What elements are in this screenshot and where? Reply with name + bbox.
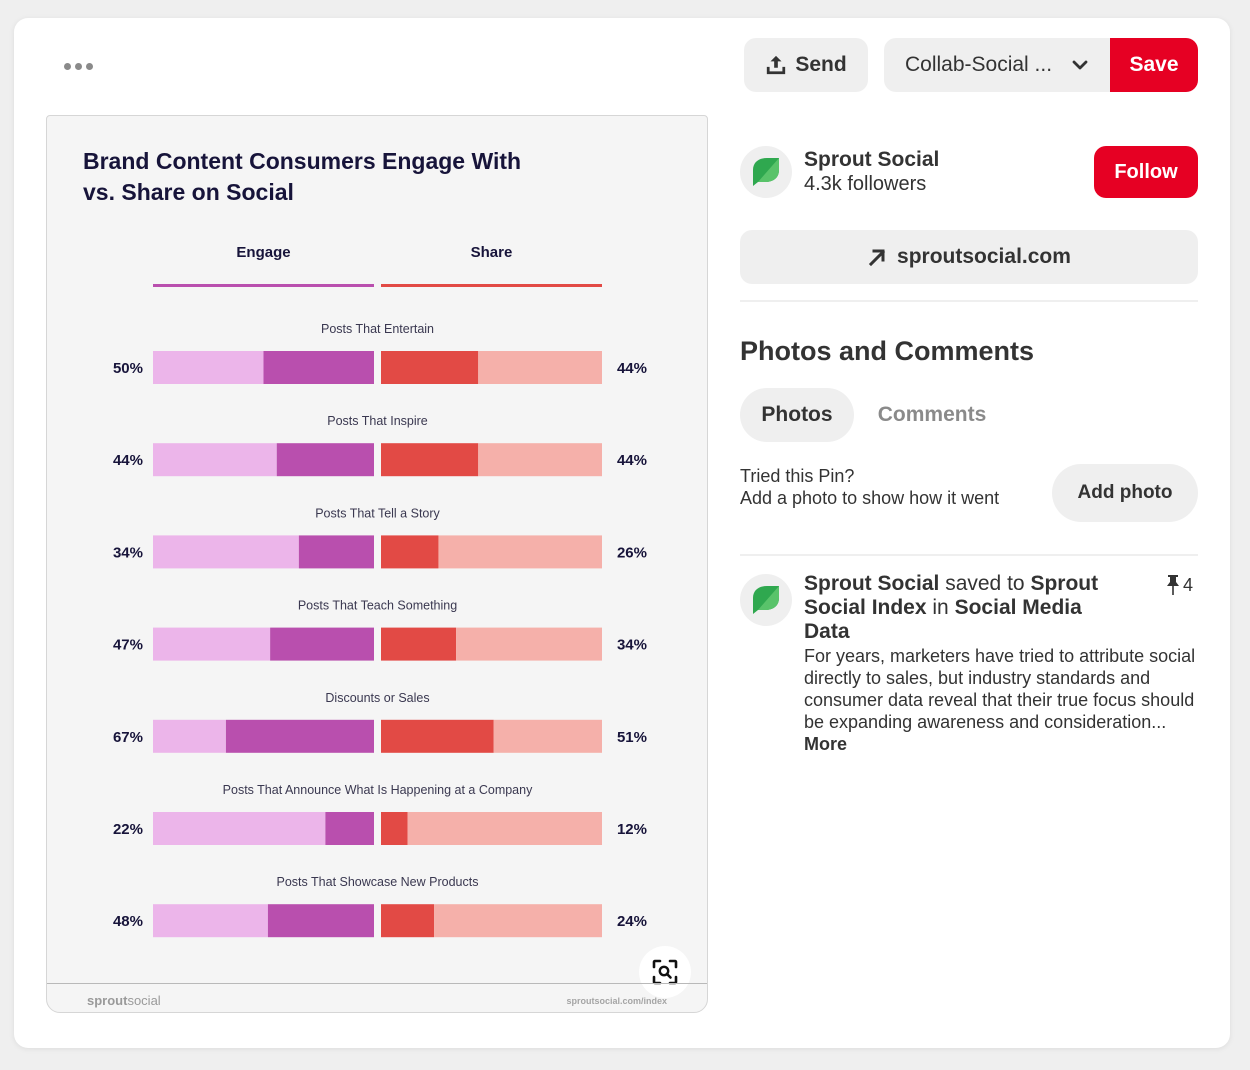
profile-avatar[interactable] (740, 146, 792, 198)
save-button[interactable]: Save (1110, 38, 1198, 92)
share-value-label: 44% (617, 452, 647, 469)
category-label: Posts That Entertain (321, 322, 434, 336)
engage-bar (263, 351, 374, 384)
pin-image[interactable]: Brand Content Consumers Engage With vs. … (46, 115, 708, 1013)
website-link-button[interactable]: sproutsocial.com (740, 230, 1198, 284)
share-bar-remainder (493, 719, 602, 753)
share-bar (381, 443, 479, 477)
engage-bar (225, 719, 374, 753)
activity-divider (740, 554, 1198, 556)
share-bar-remainder (434, 904, 602, 938)
engage-bar (276, 443, 374, 477)
share-upload-icon (767, 55, 786, 75)
engage-bar-remainder (153, 443, 277, 477)
share-bar-remainder (456, 627, 602, 661)
arrow-up-right-icon (868, 249, 886, 267)
more-horizontal-icon (63, 62, 71, 70)
share-bar-remainder (438, 535, 602, 569)
pin-closeup-card: Send Collab-Social ... Save Brand Conten… (14, 18, 1230, 1048)
footer-divider (47, 983, 707, 984)
share-bar-remainder (478, 351, 602, 384)
share-bar-remainder (478, 443, 602, 477)
category-label: Posts That Inspire (327, 414, 428, 428)
tried-pin-prompt: Tried this Pin? Add a photo to show how … (740, 466, 1000, 508)
profile-name[interactable]: Sprout Social (804, 148, 939, 172)
chevron-down-icon (1072, 60, 1088, 70)
profile-followers: 4.3k followers (804, 173, 927, 195)
chart-plot: Posts That Entertain 50% 44% Posts That Ins… (113, 322, 647, 938)
sprout-social-logo-icon (753, 586, 779, 614)
share-value-label: 44% (617, 360, 647, 377)
pushpin-icon (1167, 575, 1179, 595)
category-label: Posts That Announce What Is Happening at… (223, 783, 533, 797)
board-select-value: Collab-Social ... (905, 53, 1053, 76)
activity-avatar[interactable] (740, 574, 792, 626)
engage-value-label: 67% (113, 729, 143, 746)
sprout-social-logo-icon (753, 158, 779, 186)
share-value-label: 24% (617, 913, 647, 930)
category-label: Posts That Tell a Story (315, 506, 440, 520)
engage-value-label: 48% (113, 913, 143, 930)
board-select-dropdown[interactable]: Collab-Social ... (884, 38, 1110, 92)
pin-description: For years, marketers have tried to attri… (804, 646, 1196, 754)
send-button[interactable]: Send (744, 38, 868, 92)
share-value-label: 34% (617, 637, 647, 654)
engage-bar (298, 535, 374, 569)
follow-button[interactable]: Follow (1094, 146, 1198, 198)
engage-bar-remainder (153, 719, 226, 753)
engage-bar-remainder (153, 351, 264, 384)
share-bar (381, 719, 494, 753)
tab-photos[interactable]: Photos (740, 388, 854, 442)
share-bar (381, 627, 457, 661)
engage-bar (270, 627, 374, 661)
website-label: sproutsocial.com (897, 245, 1071, 268)
engage-value-label: 47% (113, 637, 143, 654)
engage-value-label: 34% (113, 544, 143, 561)
category-label: Discounts or Sales (325, 691, 429, 705)
engage-bar-remainder (153, 812, 326, 845)
visual-search-lens-icon (652, 959, 678, 985)
share-bar (381, 812, 408, 845)
footer-brand-logo: sproutsocial (87, 993, 161, 1008)
more-options-button[interactable] (58, 56, 98, 76)
tab-comments[interactable]: Comments (862, 388, 1002, 442)
engage-value-label: 22% (113, 821, 143, 838)
engage-bar-remainder (153, 627, 271, 661)
category-label: Posts That Teach Something (298, 599, 457, 613)
engage-bar-remainder (153, 535, 299, 569)
share-value-label: 26% (617, 544, 647, 561)
engage-bar (325, 812, 374, 845)
activity-summary: Sprout Social saved to Sprout Social Ind… (804, 572, 1099, 643)
activity-user-link[interactable]: Sprout Social (804, 572, 939, 595)
share-value-label: 51% (617, 729, 647, 746)
photos-comments-title: Photos and Comments (740, 336, 1035, 366)
share-bar (381, 904, 435, 938)
share-bar (381, 535, 439, 569)
category-label: Posts That Showcase New Products (277, 875, 479, 889)
description-more-link[interactable]: More (804, 734, 847, 754)
pin-count: 4 (1166, 574, 1193, 596)
share-value-label: 12% (617, 821, 647, 838)
section-divider (740, 300, 1198, 302)
share-bar-remainder (407, 812, 602, 845)
engage-value-label: 50% (113, 360, 143, 377)
send-label: Send (795, 53, 847, 76)
engage-bar-remainder (153, 904, 268, 938)
engage-value-label: 44% (113, 452, 143, 469)
add-photo-button[interactable]: Add photo (1052, 464, 1198, 522)
visual-search-button[interactable] (639, 946, 691, 998)
footer-url: sproutsocial.com/index (566, 996, 667, 1006)
engage-bar (267, 904, 374, 938)
share-bar (381, 351, 479, 384)
